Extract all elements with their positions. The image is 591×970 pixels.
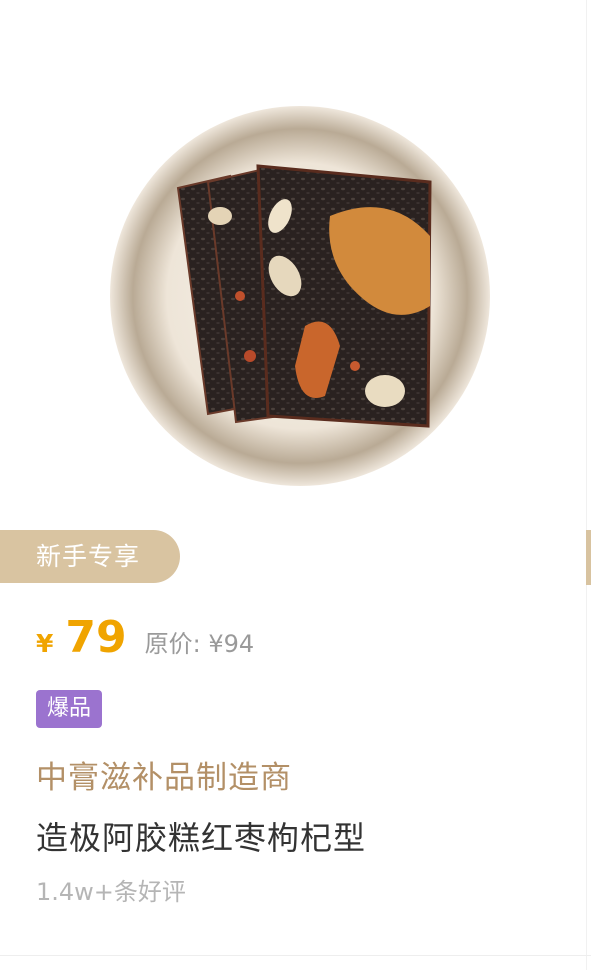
brand-name[interactable]: 中膏滋补品制造商 — [36, 752, 292, 797]
product-title[interactable]: 造极阿胶糕红枣枸杞型 — [36, 813, 366, 859]
current-price: 79 — [65, 612, 127, 663]
price-row: ¥ 79 原价: ¥94 — [36, 612, 254, 682]
hot-badge: 爆品 — [36, 690, 102, 728]
product-photo-ejiao-cake-icon — [110, 106, 490, 486]
currency-symbol: ¥ — [36, 629, 54, 658]
product-card[interactable]: 新手专享 ¥ 79 原价: ¥94 爆品 中膏滋补品制造商 造极阿胶糕红枣枸杞型… — [0, 0, 591, 970]
promo-tag: 新手专享 — [0, 530, 180, 583]
scroll-indicator — [586, 530, 591, 585]
review-count: 1.4w+条好评 — [36, 878, 186, 906]
product-image[interactable] — [100, 96, 500, 496]
divider — [0, 955, 591, 956]
divider — [586, 0, 587, 970]
original-price: 原价: ¥94 — [144, 630, 255, 658]
